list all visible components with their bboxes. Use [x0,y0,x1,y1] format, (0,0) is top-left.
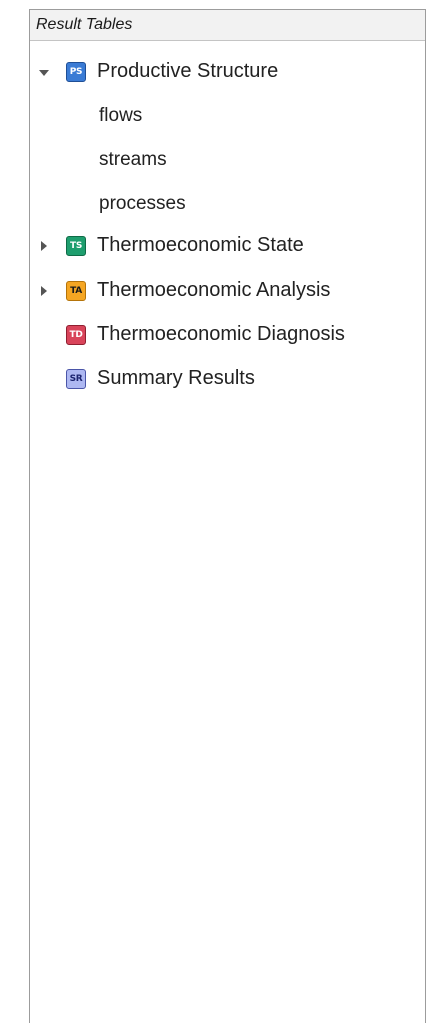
tree-leaf-processes[interactable]: processes [30,184,425,224]
tree-node-productive-structure[interactable]: PS Productive Structure [30,52,425,92]
td-badge-icon: TD [66,325,86,345]
tree-node-label: Thermoeconomic Diagnosis [97,323,345,345]
sr-badge-icon: SR [66,369,86,389]
expand-arrow-icon[interactable] [41,286,47,296]
tree-node-summary-results[interactable]: SR Summary Results [30,359,425,399]
tree-node-label: Productive Structure [97,60,279,82]
tree-leaf-label: flows [99,105,143,126]
tree-leaf-flows[interactable]: flows [30,96,425,136]
tree-node-thermoeconomic-analysis[interactable]: TA Thermoeconomic Analysis [30,271,425,311]
collapse-arrow-icon[interactable] [39,70,49,76]
tree-leaf-label: processes [99,193,186,214]
expand-arrow-icon[interactable] [41,241,47,251]
ts-badge-icon: TS [66,236,86,256]
tree-node-thermoeconomic-diagnosis[interactable]: TD Thermoeconomic Diagnosis [30,315,425,355]
tree-leaf-streams[interactable]: streams [30,140,425,180]
result-tables-panel: Result Tables PS Productive Structure fl… [29,9,426,1023]
tree-node-thermoeconomic-state[interactable]: TS Thermoeconomic State [30,226,425,266]
tree-leaf-label: streams [99,149,167,170]
panel-title: Result Tables [30,10,425,41]
tree-node-label: Thermoeconomic State [97,234,304,256]
ps-badge-icon: PS [66,62,86,82]
tree-node-label: Thermoeconomic Analysis [97,279,331,301]
ta-badge-icon: TA [66,281,86,301]
tree-node-label: Summary Results [97,367,255,389]
